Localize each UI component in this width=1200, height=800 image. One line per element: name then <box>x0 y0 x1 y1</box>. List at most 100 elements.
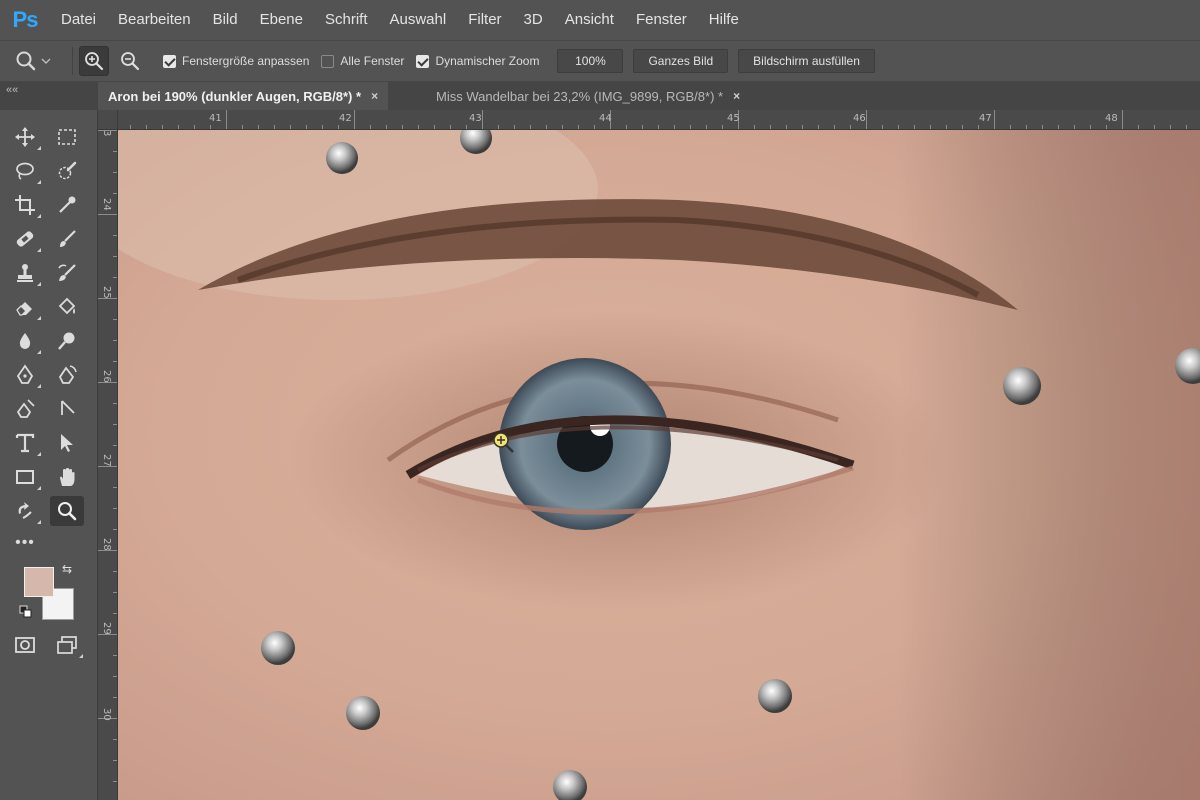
menu-schrift[interactable]: Schrift <box>314 0 379 40</box>
menu-ansicht[interactable]: Ansicht <box>554 0 625 40</box>
scrubby-zoom-label: Dynamischer Zoom <box>435 54 540 68</box>
menu-datei[interactable]: Datei <box>50 0 107 40</box>
marquee-tool[interactable] <box>50 122 84 152</box>
quick-mask-button[interactable] <box>8 630 42 660</box>
menu-ebene[interactable]: Ebene <box>249 0 314 40</box>
crop-tool[interactable] <box>8 190 42 220</box>
menu-bar: Ps Datei Bearbeiten Bild Ebene Schrift A… <box>0 0 1200 40</box>
pen-icon <box>16 364 34 384</box>
screen-mode-button[interactable] <box>50 630 84 660</box>
checkbox-box[interactable] <box>416 54 430 68</box>
menu-hilfe[interactable]: Hilfe <box>698 0 750 40</box>
menu-auswahl[interactable]: Auswahl <box>379 0 458 40</box>
blur-tool[interactable] <box>8 326 42 356</box>
add-anchor-tool[interactable] <box>8 394 42 424</box>
rotate-view-tool[interactable] <box>8 496 42 526</box>
menu-bild[interactable]: Bild <box>202 0 249 40</box>
quick-selection-tool[interactable] <box>50 156 84 186</box>
ruler-label: 29 <box>101 622 112 635</box>
fill-screen-button[interactable]: Bildschirm ausfüllen <box>738 49 875 73</box>
ruler-label: 47 <box>979 113 992 124</box>
menu-filter[interactable]: Filter <box>457 0 512 40</box>
water-drop-icon <box>19 333 31 349</box>
zoom-tool[interactable] <box>50 496 84 526</box>
tool-flyout-indicator <box>37 350 41 354</box>
face-photo <box>118 130 1200 800</box>
horizontal-ruler[interactable]: 41 42 43 44 45 46 47 48 <box>98 110 1200 130</box>
foreground-color-swatch[interactable] <box>24 567 54 597</box>
paint-bucket-icon <box>58 297 76 315</box>
anchor-pen-icon <box>16 399 35 418</box>
path-selection-icon <box>61 400 75 415</box>
checkbox-box[interactable] <box>321 54 335 68</box>
tool-flyout-indicator <box>37 180 41 184</box>
bandage-icon <box>16 231 34 247</box>
vertical-ruler[interactable]: 3 24 25 26 27 28 29 30 <box>98 130 118 800</box>
collapse-panel-toggle[interactable]: «« <box>6 84 18 96</box>
direct-selection-tool[interactable] <box>50 428 84 458</box>
rectangle-icon <box>16 470 34 484</box>
checkbox-box[interactable] <box>163 54 176 68</box>
menu-fenster[interactable]: Fenster <box>625 0 698 40</box>
rectangle-tool[interactable] <box>8 462 42 492</box>
zoom-in-icon <box>85 52 104 71</box>
tool-flyout-indicator <box>79 654 83 658</box>
ruler-label: 41 <box>209 113 222 124</box>
brush-tool[interactable] <box>50 224 84 254</box>
document-tabs: «« Aron bei 190% (dunkler Augen, RGB/8*)… <box>0 82 1200 110</box>
all-windows-checkbox[interactable]: Alle Fenster <box>321 54 404 68</box>
paint-bucket-tool[interactable] <box>50 292 84 322</box>
close-icon[interactable]: × <box>733 89 740 103</box>
ruler-label: 48 <box>1105 113 1118 124</box>
ruler-origin[interactable] <box>98 110 118 130</box>
edit-toolbar-button[interactable]: ••• <box>8 528 42 558</box>
swap-colors-icon[interactable]: ⇆ <box>62 562 72 576</box>
tool-flyout-indicator <box>37 452 41 456</box>
document-canvas[interactable] <box>118 130 1200 800</box>
scrubby-zoom-checkbox[interactable]: Dynamischer Zoom <box>416 54 539 68</box>
fit-screen-button[interactable]: Ganzes Bild <box>633 49 729 73</box>
move-icon <box>15 127 35 147</box>
fit-window-checkbox[interactable]: Fenstergröße anpassen <box>163 54 309 68</box>
freeform-pen-tool[interactable] <box>50 360 84 390</box>
zoom-in-button[interactable] <box>79 46 109 76</box>
dodge-tool[interactable] <box>50 326 84 356</box>
eyedropper-tool[interactable] <box>50 190 84 220</box>
ruler-label: 43 <box>469 113 482 124</box>
tab-miss-wandelbar[interactable]: Miss Wandelbar bei 23,2% (IMG_9899, RGB/… <box>426 82 750 110</box>
history-brush-icon <box>58 264 76 281</box>
tool-preset-picker[interactable] <box>0 44 66 78</box>
options-divider <box>72 47 73 75</box>
lasso-tool[interactable] <box>8 156 42 186</box>
tool-flyout-indicator <box>37 282 41 286</box>
tool-flyout-indicator <box>37 486 41 490</box>
screen-mode-icon <box>57 636 77 654</box>
zoom-out-button[interactable] <box>115 46 145 76</box>
tab-title: Miss Wandelbar bei 23,2% (IMG_9899, RGB/… <box>436 88 724 104</box>
default-colors-icon[interactable] <box>19 605 33 619</box>
photoshop-logo[interactable]: Ps <box>0 0 50 40</box>
pen-tool[interactable] <box>8 360 42 390</box>
move-tool[interactable] <box>8 122 42 152</box>
tab-aron[interactable]: Aron bei 190% (dunkler Augen, RGB/8*) * … <box>98 82 389 110</box>
ruler-ticks <box>98 110 1187 129</box>
eraser-tool[interactable] <box>8 292 42 322</box>
tool-flyout-indicator <box>37 214 41 218</box>
menu-3d[interactable]: 3D <box>513 0 554 40</box>
chevron-down-icon <box>41 58 51 64</box>
zoom-percent-field[interactable]: 100% <box>557 49 624 73</box>
clone-stamp-tool[interactable] <box>8 258 42 288</box>
zoom-icon <box>58 502 77 521</box>
type-tool[interactable] <box>8 428 42 458</box>
hand-tool[interactable] <box>50 462 84 492</box>
menu-bearbeiten[interactable]: Bearbeiten <box>107 0 202 40</box>
curvature-pen-icon <box>58 365 77 384</box>
path-selection-tool[interactable] <box>50 394 84 424</box>
close-icon[interactable]: × <box>371 89 378 103</box>
tool-flyout-indicator <box>37 248 41 252</box>
healing-brush-tool[interactable] <box>8 224 42 254</box>
tool-flyout-indicator <box>37 384 41 388</box>
dodge-icon <box>58 332 75 350</box>
ruler-label: 45 <box>727 113 740 124</box>
history-brush-tool[interactable] <box>50 258 84 288</box>
